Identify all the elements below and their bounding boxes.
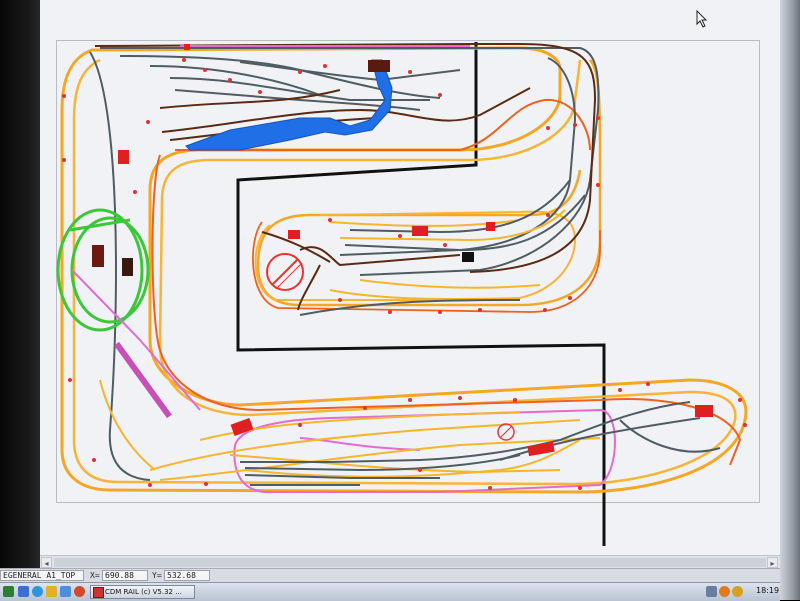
y-coordinate: 532.68 xyxy=(164,570,210,581)
track-plan-canvas[interactable] xyxy=(40,0,780,555)
network-icon[interactable] xyxy=(706,586,717,597)
small-turntable[interactable] xyxy=(497,423,515,441)
bottom-yard-tracks[interactable] xyxy=(99,379,601,481)
security-icon[interactable] xyxy=(732,586,743,597)
x-coordinate: 690.88 xyxy=(102,570,148,581)
mouse-cursor-icon xyxy=(696,10,708,28)
system-tray: 18:19 xyxy=(706,585,780,599)
scroll-thumb[interactable] xyxy=(54,558,766,567)
desktop-icon[interactable] xyxy=(18,586,29,597)
scroll-right-icon[interactable]: ▸ xyxy=(767,557,778,568)
start-icon[interactable] xyxy=(3,586,14,597)
layer-indicator[interactable]: EGENERAL A1_TOP xyxy=(0,570,84,581)
taskbar: CDM RAIL (c) V5.32 ... 18:19 xyxy=(0,582,780,601)
second-orange-loop[interactable] xyxy=(72,58,737,486)
media-icon[interactable] xyxy=(74,586,85,597)
x-label: X= xyxy=(90,571,100,580)
status-bar: EGENERAL A1_TOP X= 690.88 Y= 532.68 xyxy=(0,568,780,583)
layout-drawing[interactable] xyxy=(40,0,780,555)
monitor-edge xyxy=(780,0,800,600)
scroll-left-icon[interactable]: ◂ xyxy=(41,557,52,568)
brown-tracks[interactable] xyxy=(94,43,597,311)
volume-icon[interactable] xyxy=(719,586,730,597)
mail-icon[interactable] xyxy=(60,586,71,597)
y-label: Y= xyxy=(152,571,162,580)
cdm-rail-window: ◂ ▸ xyxy=(40,0,780,569)
explorer-icon[interactable] xyxy=(46,586,57,597)
app-icon xyxy=(93,587,104,598)
monitor-bezel xyxy=(0,0,42,568)
pink-platform xyxy=(114,341,172,419)
browser-icon[interactable] xyxy=(32,586,43,597)
turntable[interactable] xyxy=(266,253,304,291)
taskbar-app-button[interactable]: CDM RAIL (c) V5.32 ... xyxy=(90,585,195,599)
taskbar-app-label: CDM RAIL (c) V5.32 ... xyxy=(105,588,182,596)
inner-grey-tracks[interactable] xyxy=(299,179,586,316)
horizontal-scrollbar[interactable]: ◂ ▸ xyxy=(40,555,780,569)
green-helix[interactable] xyxy=(56,208,150,332)
taskbar-clock[interactable]: 18:19 xyxy=(756,586,779,595)
